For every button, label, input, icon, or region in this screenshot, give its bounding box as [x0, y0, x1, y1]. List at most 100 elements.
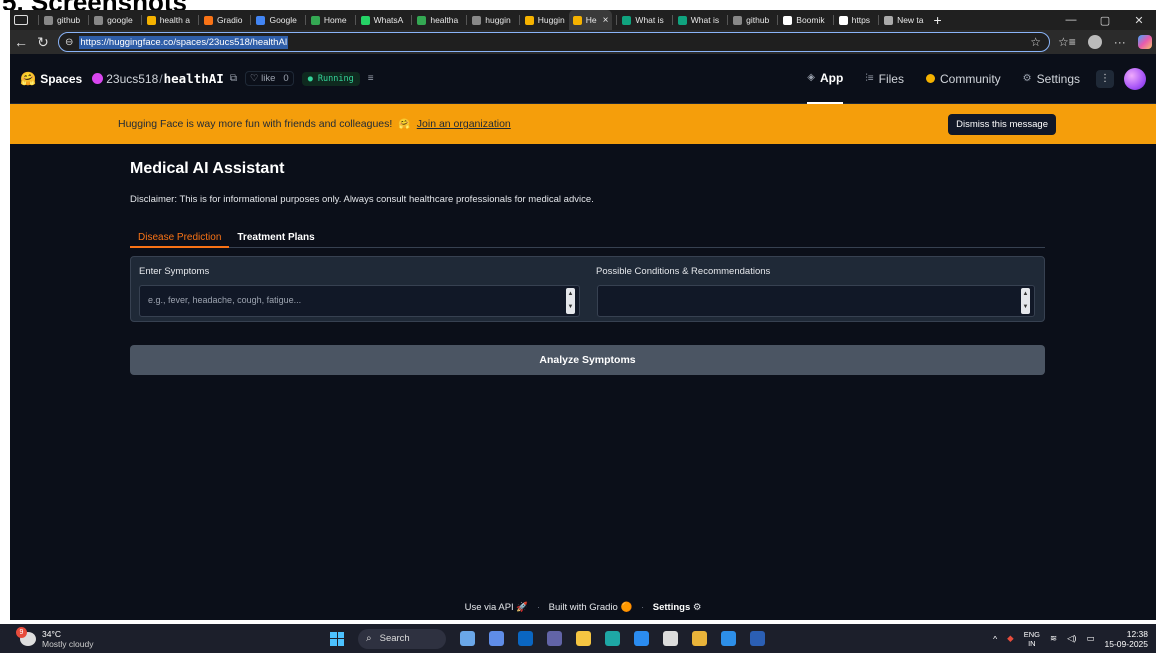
tab-files[interactable]: ⫶≡ Files [865, 54, 904, 104]
tab-label: Google [269, 15, 297, 25]
language-indicator[interactable]: ENG IN [1024, 630, 1040, 648]
browser-tab[interactable]: Home [301, 10, 351, 30]
browser-tab[interactable]: He × [568, 10, 613, 30]
tab-label: Home [323, 15, 347, 25]
reload-button[interactable]: ↻ [32, 34, 54, 51]
tray-app-icon[interactable]: ◆ [1007, 633, 1014, 644]
close-window-button[interactable]: ✕ [1122, 14, 1156, 27]
word-icon[interactable] [750, 631, 765, 646]
tab-label: Gradio [216, 15, 243, 25]
weather-widget[interactable]: 9 34°C Mostly cloudy [16, 626, 94, 649]
browser-tab[interactable]: Huggin [515, 10, 569, 30]
copy-icon[interactable]: ⧉ [230, 73, 237, 84]
analyze-symptoms-button[interactable]: Analyze Symptoms [130, 345, 1045, 375]
minimize-button[interactable]: — [1054, 14, 1088, 27]
tab-favicon-icon [838, 15, 848, 25]
battery-icon[interactable]: ▭ [1086, 633, 1094, 644]
tray-chevron-icon[interactable]: ^ [993, 634, 997, 644]
volume-icon[interactable]: ◁) [1067, 633, 1076, 644]
taskbar-search[interactable]: ⌕ Search [358, 628, 446, 649]
browser-tab[interactable]: huggin [462, 10, 515, 30]
new-tab-button[interactable]: + [934, 12, 942, 28]
profile-icon[interactable] [1087, 35, 1102, 49]
repo-link[interactable]: healthAI [164, 71, 224, 86]
site-info-icon[interactable]: ⊖ [65, 37, 73, 48]
tab-favicon-icon [360, 15, 370, 25]
store-icon[interactable] [634, 631, 649, 646]
like-label: ♡ like [249, 73, 276, 84]
tab-close-icon[interactable]: × [603, 15, 609, 26]
user-avatar[interactable] [1124, 67, 1146, 90]
browser-tab[interactable]: What is [668, 10, 723, 30]
browser-tab[interactable]: github [34, 10, 84, 30]
tab-settings[interactable]: ⚙ Settings [1023, 54, 1080, 104]
use-via-api-link[interactable]: Use via API [465, 602, 514, 613]
browser-tab[interactable]: Google [246, 10, 300, 30]
search-icon: ⌕ [366, 633, 372, 644]
tab-app[interactable]: ◈ App [807, 54, 844, 104]
community-icon [925, 74, 935, 83]
wifi-icon[interactable]: ≋ [1050, 633, 1057, 644]
tab-community[interactable]: Community [925, 54, 1001, 104]
chatgpt-icon[interactable] [663, 631, 678, 646]
clock[interactable]: 12:38 15-09-2025 [1105, 629, 1148, 649]
tab-favicon-icon [622, 15, 632, 25]
tab-treatment-plans[interactable]: Treatment Plans [229, 224, 322, 248]
join-organization-link[interactable]: Join an organization [417, 118, 511, 130]
hf-logo-icon[interactable]: 🤗 [20, 71, 36, 87]
teams-icon[interactable] [547, 631, 562, 646]
explorer-icon[interactable] [576, 631, 591, 646]
browser-tab[interactable]: https [829, 10, 874, 30]
url-text[interactable]: https://huggingface.co/spaces/23ucs518/h… [79, 35, 289, 49]
built-with-gradio-link[interactable]: Built with Gradio [549, 602, 618, 613]
browser-tab[interactable]: What is [612, 10, 667, 30]
tab-actions-icon[interactable] [14, 15, 28, 25]
browser-tab[interactable]: github [723, 10, 773, 30]
widgets-icon[interactable] [460, 631, 475, 646]
tab-separator [616, 15, 618, 25]
linkedin-icon[interactable] [518, 631, 533, 646]
tab-disease-prediction[interactable]: Disease Prediction [130, 224, 230, 248]
lang-code: ENG [1023, 629, 1040, 639]
browser-tab[interactable]: New ta [874, 10, 927, 30]
browser-tab[interactable]: google [84, 10, 137, 30]
conditions-output[interactable]: ▲ ▼ [597, 285, 1035, 317]
browser-tab[interactable]: Boomik [773, 10, 828, 30]
tab-label: github [746, 15, 770, 25]
browser-tab[interactable]: Gradio [194, 10, 247, 30]
app-title: Medical AI Assistant [130, 160, 285, 177]
conditions-block: Possible Conditions & Recommendations ▲ ▼ [588, 257, 1045, 323]
symptoms-scrollbar[interactable]: ▲ ▼ [566, 288, 575, 314]
weather-cloud-icon: 9 [16, 626, 36, 646]
dismiss-button[interactable]: Dismiss this message [948, 113, 1056, 135]
spaces-link[interactable]: Spaces [40, 72, 82, 86]
chrome-icon[interactable] [692, 631, 707, 646]
like-button[interactable]: ♡ like 0 [244, 71, 294, 86]
tab-label: What is [690, 15, 720, 25]
restore-button[interactable]: ▢ [1088, 14, 1122, 27]
vscode-icon[interactable] [721, 631, 736, 646]
tab-separator [878, 15, 880, 25]
browser-tab[interactable]: WhatsA [351, 10, 408, 30]
settings-link[interactable]: Settings [653, 602, 690, 613]
copilot-icon[interactable] [1137, 35, 1152, 49]
back-button[interactable]: ← [10, 34, 32, 50]
browser-tab[interactable]: health a [137, 10, 194, 30]
conditions-scrollbar[interactable]: ▲ ▼ [1021, 288, 1030, 314]
more-options-icon[interactable]: ··· [1114, 35, 1126, 49]
taskview-icon[interactable] [489, 631, 504, 646]
owner-link[interactable]: 23ucs518 [106, 72, 158, 86]
browser-tab[interactable]: healtha [407, 10, 462, 30]
windows-start-icon[interactable] [330, 631, 344, 646]
edge-icon[interactable] [605, 631, 620, 646]
tab-favicon-icon [256, 15, 266, 25]
tab-separator [304, 15, 306, 25]
tab-files-label: Files [878, 71, 904, 86]
url-input[interactable]: ⊖ https://huggingface.co/spaces/23ucs518… [58, 32, 1050, 52]
symptoms-input[interactable]: e.g., fever, headache, cough, fatigue...… [139, 285, 580, 317]
favorites-icon[interactable]: ☆≡ [1058, 35, 1076, 49]
kebab-menu-icon[interactable]: ⋮ [1096, 69, 1114, 88]
favorite-star-icon[interactable]: ☆ [1030, 35, 1041, 49]
space-menu-icon[interactable]: ≡ [368, 73, 374, 84]
gear-icon: ⚙ [1022, 73, 1032, 84]
